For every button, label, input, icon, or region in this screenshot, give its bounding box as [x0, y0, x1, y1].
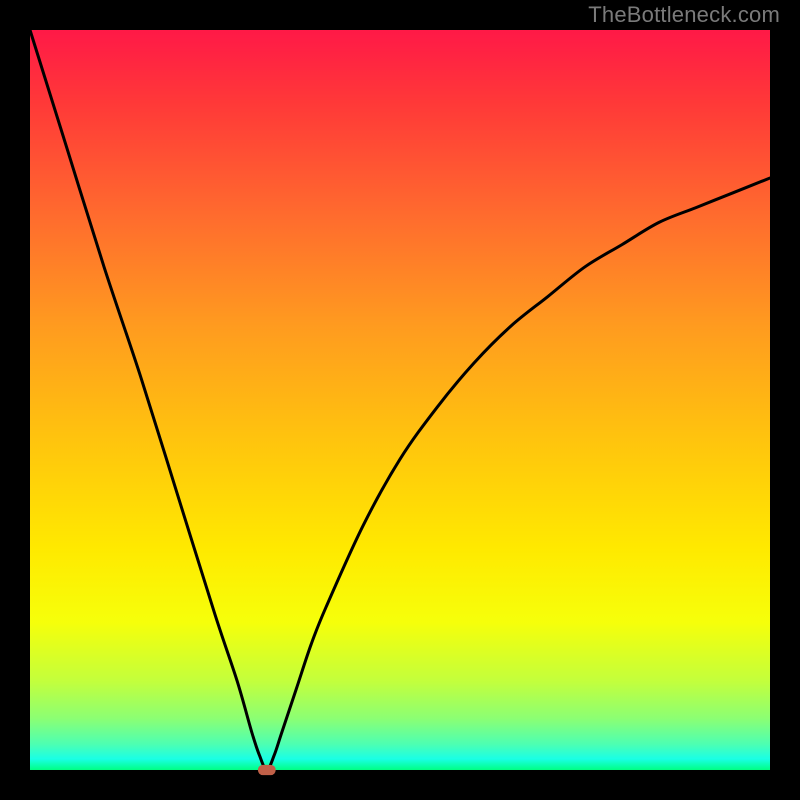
chart-svg [0, 0, 800, 800]
chart-frame: TheBottleneck.com [0, 0, 800, 800]
minimum-marker [258, 765, 276, 775]
watermark-text: TheBottleneck.com [588, 2, 780, 28]
plot-background [30, 30, 770, 770]
